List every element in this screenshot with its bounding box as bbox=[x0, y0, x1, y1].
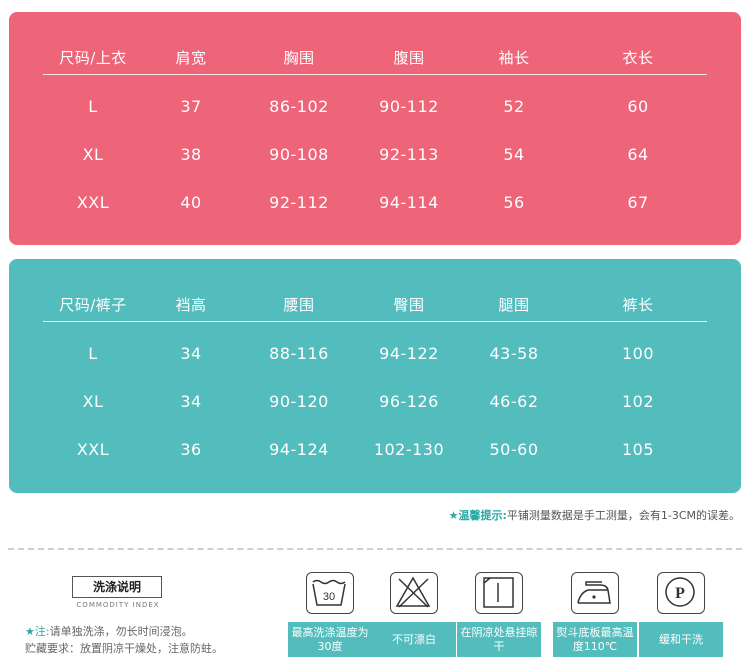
top-size-panel: 尺码/上衣 肩宽 胸围 腹围 袖长 衣长 L 37 86-102 90-112 … bbox=[9, 12, 741, 245]
table-cell: 102-130 bbox=[373, 440, 445, 459]
table-cell: 100 bbox=[621, 344, 655, 363]
star-icon: ★ bbox=[448, 509, 459, 522]
table-row: L 37 86-102 90-112 52 60 bbox=[43, 97, 707, 117]
table-cell: 88-116 bbox=[269, 344, 329, 363]
header-cell: 尺码/裤子 bbox=[59, 296, 127, 314]
table-cell: L bbox=[88, 97, 98, 116]
table-cell: 94-124 bbox=[269, 440, 329, 459]
care-caption: 不可漂白 bbox=[372, 622, 456, 657]
section-divider bbox=[8, 548, 742, 550]
dry-clean-symbol: P bbox=[675, 585, 685, 602]
table-cell: 37 bbox=[180, 97, 202, 116]
table-cell: 105 bbox=[621, 440, 655, 459]
care-caption: 缓和干洗 bbox=[639, 622, 723, 657]
table-row: XXL 40 92-112 94-114 56 67 bbox=[43, 193, 707, 213]
table-cell: 67 bbox=[627, 193, 649, 212]
care-caption: 最高洗涤温度为30度 bbox=[288, 622, 372, 657]
dry-clean-icon: P bbox=[657, 572, 705, 614]
table-cell: 96-126 bbox=[379, 392, 439, 411]
header-cell: 裆高 bbox=[175, 296, 207, 314]
table-cell: 90-108 bbox=[269, 145, 329, 164]
header-cell: 衣长 bbox=[622, 49, 654, 67]
table-cell: 92-112 bbox=[269, 193, 329, 212]
table-header: 尺码/上衣 肩宽 胸围 腹围 袖长 衣长 bbox=[43, 48, 707, 68]
iron-icon bbox=[571, 572, 619, 614]
wash-30-icon: 30 bbox=[306, 572, 354, 614]
wash-note: ★注:请单独洗涤，勿长时间浸泡。 bbox=[25, 623, 193, 639]
hang-dry-icon bbox=[475, 572, 523, 614]
table-cell: 92-113 bbox=[379, 145, 439, 164]
table-cell: 94-122 bbox=[379, 344, 439, 363]
tip-label: 温馨提示: bbox=[458, 509, 507, 522]
header-divider bbox=[43, 321, 707, 322]
header-cell: 臀围 bbox=[393, 296, 425, 314]
tip-text: 平铺测量数据是手工测量，会有1-3CM的误差。 bbox=[506, 509, 740, 522]
no-bleach-icon bbox=[390, 572, 438, 614]
header-cell: 胸围 bbox=[283, 49, 315, 67]
table-cell: 34 bbox=[180, 392, 202, 411]
header-cell: 裤长 bbox=[622, 296, 654, 314]
table-cell: 43-58 bbox=[489, 344, 539, 363]
measurement-tip: ★温馨提示:平铺测量数据是手工测量，会有1-3CM的误差。 bbox=[449, 507, 740, 523]
table-cell: XL bbox=[82, 145, 104, 164]
header-cell: 尺码/上衣 bbox=[59, 49, 127, 67]
pants-size-panel: 尺码/裤子 裆高 腰围 臀围 腿围 裤长 L 34 88-116 94-122 … bbox=[9, 259, 741, 493]
table-cell: 102 bbox=[621, 392, 655, 411]
table-cell: 54 bbox=[503, 145, 525, 164]
table-cell: 34 bbox=[180, 344, 202, 363]
header-cell: 腹围 bbox=[393, 49, 425, 67]
table-row: L 34 88-116 94-122 43-58 100 bbox=[43, 344, 707, 364]
wash-temp-label: 30 bbox=[323, 591, 335, 603]
storage-note: 贮藏要求：放置阴凉干燥处，注意防蛀。 bbox=[25, 642, 223, 655]
table-cell: 90-120 bbox=[269, 392, 329, 411]
table-cell: XL bbox=[82, 392, 104, 411]
table-cell: 56 bbox=[503, 193, 525, 212]
table-cell: L bbox=[88, 344, 98, 363]
table-cell: 64 bbox=[627, 145, 649, 164]
care-title: 洗涤说明 bbox=[72, 576, 162, 598]
table-cell: 40 bbox=[180, 193, 202, 212]
table-cell: 94-114 bbox=[379, 193, 439, 212]
note-text: 请单独洗涤，勿长时间浸泡。 bbox=[49, 625, 193, 638]
note-label: 注: bbox=[34, 625, 50, 638]
table-cell: XXL bbox=[76, 440, 110, 459]
table-cell: XXL bbox=[76, 193, 110, 212]
table-cell: 86-102 bbox=[269, 97, 329, 116]
table-header: 尺码/裤子 裆高 腰围 臀围 腿围 裤长 bbox=[43, 295, 707, 315]
table-row: XL 34 90-120 96-126 46-62 102 bbox=[43, 392, 707, 412]
table-cell: 50-60 bbox=[489, 440, 539, 459]
table-cell: 46-62 bbox=[489, 392, 539, 411]
header-cell: 腿围 bbox=[498, 296, 530, 314]
star-icon: ★ bbox=[25, 625, 35, 638]
care-caption: 熨斗底板最高温度110℃ bbox=[553, 622, 637, 657]
header-cell: 袖长 bbox=[498, 49, 530, 67]
care-subtitle: COMMODITY INDEX bbox=[76, 601, 160, 609]
table-cell: 60 bbox=[627, 97, 649, 116]
table-cell: 38 bbox=[180, 145, 202, 164]
table-row: XXL 36 94-124 102-130 50-60 105 bbox=[43, 440, 707, 460]
header-cell: 肩宽 bbox=[175, 49, 207, 67]
table-row: XL 38 90-108 92-113 54 64 bbox=[43, 145, 707, 165]
table-cell: 36 bbox=[180, 440, 202, 459]
header-cell: 腰围 bbox=[283, 296, 315, 314]
table-cell: 52 bbox=[503, 97, 525, 116]
care-caption: 在阴凉处悬挂晾干 bbox=[457, 622, 541, 657]
table-cell: 90-112 bbox=[379, 97, 439, 116]
header-divider bbox=[43, 74, 707, 75]
